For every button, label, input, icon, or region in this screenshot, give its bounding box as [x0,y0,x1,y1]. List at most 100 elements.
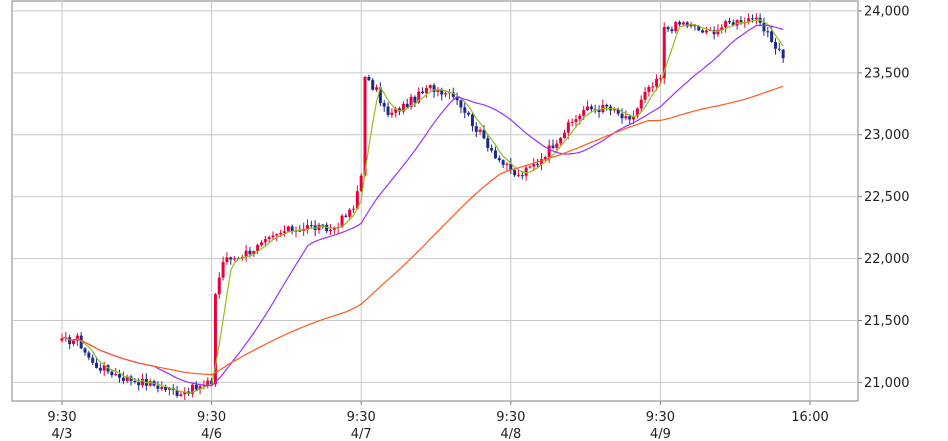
candle-body [463,107,467,113]
candle-body [118,374,122,378]
candle-body [516,175,520,177]
candle-body [217,277,221,295]
candle-body [578,115,582,120]
x-tick-time-label: 9:30 [197,410,226,425]
candle-body [486,138,490,149]
candle-body [701,30,705,33]
candle-body [459,100,463,108]
candle-body [375,87,379,90]
candle-body [628,116,632,120]
candle-body [773,42,777,49]
candle-body [513,170,517,176]
candle-body [148,381,152,386]
x-axis-ticks: 9:30 4/3 9:30 4/6 9:30 4/7 9:30 4/8 9:30 4/9 16:00 [47,401,829,441]
candle-body [727,21,731,23]
candle-body [225,257,229,263]
candle-body [133,381,137,383]
candle-body [666,27,670,30]
candle-body [643,91,647,100]
candle-body [363,76,367,176]
candle-body [536,164,540,166]
y-tick-label: 23,500 [864,66,910,81]
candle-body [478,129,482,132]
candle-body [87,352,91,358]
x-tick-time-label: 9:30 [47,410,76,425]
candle-body [547,145,551,158]
candle-body [589,106,593,110]
candle-body [348,209,352,217]
candle-body [72,340,76,345]
candle-body [156,385,160,389]
y-tick-label: 24,000 [864,4,910,19]
candle-body [651,86,655,88]
candle-body [179,394,183,396]
candle-body [704,30,708,33]
x-tick-time-label: 9:30 [496,410,525,425]
candle-body [194,384,198,390]
candle-body [605,104,609,107]
price-chart: 21,000 21,500 22,000 22,500 23,000 23,500 24,0… [11,0,910,441]
candle-body [248,250,252,255]
candle-body [309,225,313,227]
candle-body [681,22,685,25]
candle-body [624,116,628,119]
x-tick-time-label: 9:30 [646,410,675,425]
candle-body [639,99,643,109]
candle-body [206,380,210,385]
y-tick-label: 21,500 [864,314,910,329]
candle-body [528,166,532,168]
candle-body [305,225,309,229]
candle-body [555,143,559,148]
candle-body [497,158,501,161]
candle-body [229,257,233,260]
candle-body [520,175,524,177]
candle-body [689,24,693,27]
y-axis-ticks: 21,000 21,500 22,000 22,500 23,000 23,500 24,0… [858,4,910,391]
candle-body [762,22,766,32]
candle-body [524,167,528,176]
candle-body [386,106,390,115]
y-tick-label: 23,000 [864,128,910,143]
candle-body [766,31,770,33]
x-tick-time-label: 16:00 [791,410,828,425]
candle-body [95,362,99,368]
candle-body [505,163,509,165]
candle-body [586,106,590,111]
candle-body [259,242,263,245]
candle-body [493,150,497,159]
candle-body [110,371,114,376]
candle-body [467,112,471,115]
candle-body [470,114,474,127]
candle-body [382,103,386,107]
candle-body [655,78,659,87]
candle-body [532,164,536,167]
candle-body [267,237,271,240]
candle-body [367,76,371,81]
candle-body [271,235,275,238]
candle-body [421,91,425,94]
x-tick-time-label: 9:30 [347,410,376,425]
x-tick-date-label: 4/9 [650,427,671,441]
candle-body [352,208,356,210]
candle-body [329,229,333,232]
candle-body [371,80,375,90]
candle-body [68,337,72,345]
candle-body [777,48,781,50]
candle-body [428,85,432,88]
candle-body [344,215,348,217]
x-tick-date-label: 4/3 [52,427,73,441]
candle-body [405,103,409,108]
y-tick-label: 22,500 [864,190,910,205]
candle-body [114,374,118,376]
candle-body [563,132,567,138]
y-tick-label: 22,000 [864,252,910,267]
y-tick-label: 21,000 [864,376,910,391]
candle-body [141,378,145,386]
candle-body [612,109,616,111]
candle-body [490,148,494,151]
candle-body [91,357,95,363]
candle-body [582,110,586,116]
candle-body [781,49,785,59]
candle-body [263,239,267,243]
candle-body [282,231,286,233]
